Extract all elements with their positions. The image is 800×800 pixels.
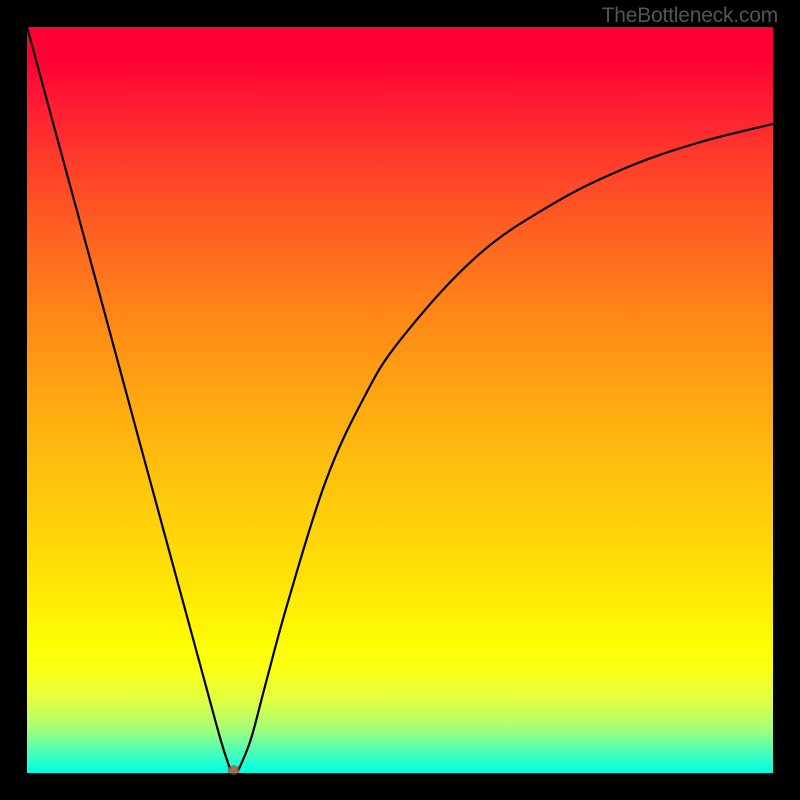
left-branch-curve	[27, 27, 230, 769]
attribution-text: TheBottleneck.com	[602, 4, 778, 28]
minimum-marker	[228, 765, 240, 775]
chart-plot-area	[27, 27, 773, 773]
right-branch-curve	[238, 124, 773, 771]
curve-layer	[27, 27, 773, 773]
